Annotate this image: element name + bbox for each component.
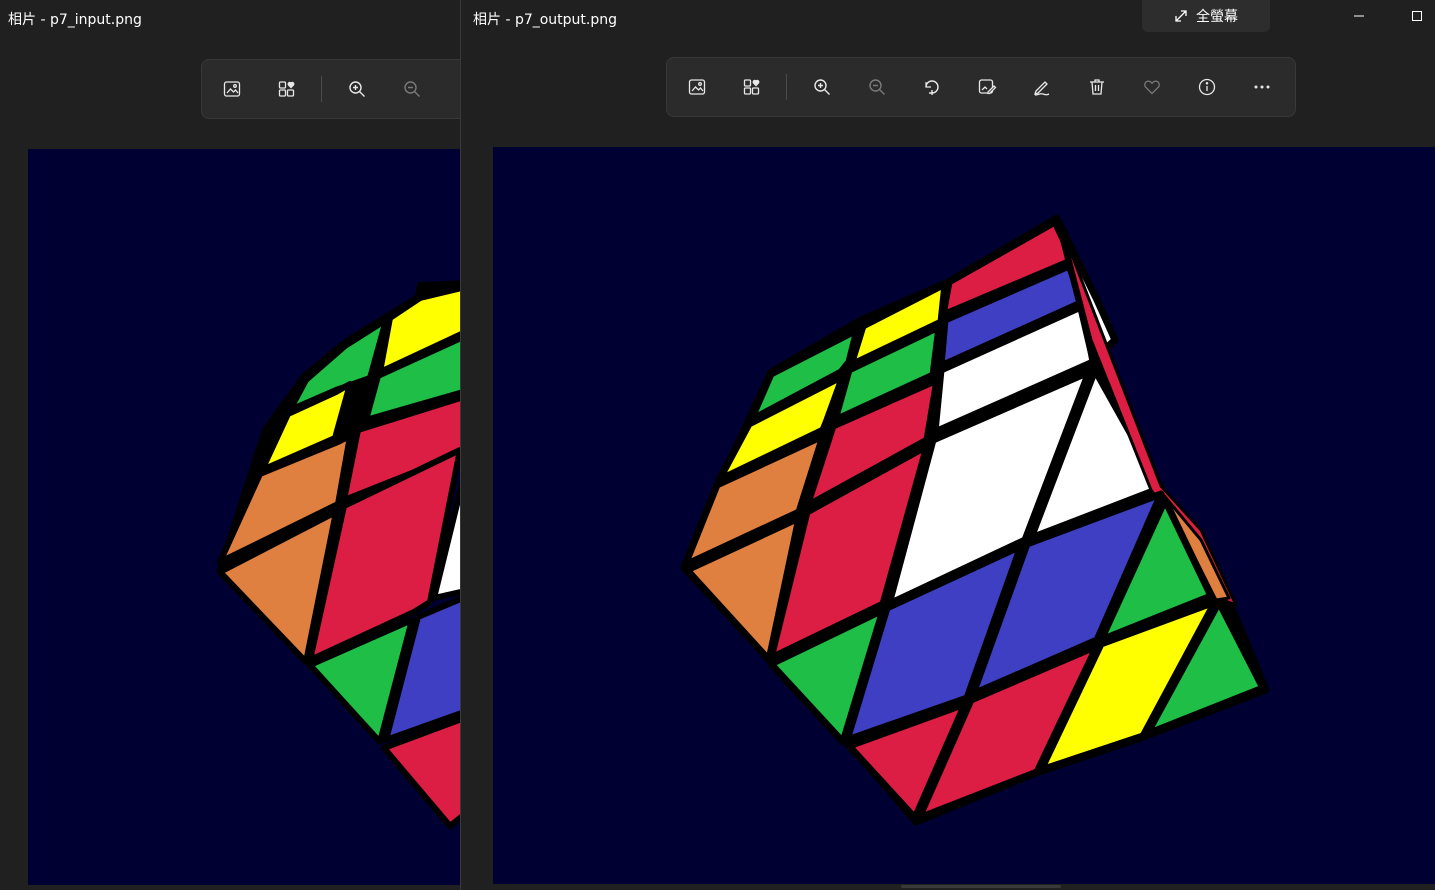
favorite-button[interactable] bbox=[1124, 67, 1179, 107]
minimize-button[interactable] bbox=[1344, 6, 1374, 26]
rotate-icon bbox=[924, 80, 939, 95]
edit-image-button[interactable] bbox=[959, 67, 1014, 107]
fullscreen-label: 全螢幕 bbox=[1196, 9, 1238, 25]
image-canvas bbox=[493, 147, 1435, 884]
rubiks-cube-image bbox=[217, 280, 461, 829]
trash-icon bbox=[1089, 79, 1104, 95]
image-toolbar bbox=[201, 59, 461, 119]
edit-image-icon bbox=[978, 79, 996, 95]
rotate-button[interactable] bbox=[904, 67, 959, 107]
photos-window-output: 相片 - p7_output.png 全螢幕 bbox=[460, 0, 1435, 890]
view-image-button[interactable] bbox=[204, 69, 259, 109]
collection-button[interactable] bbox=[724, 67, 779, 107]
zoom-in-button[interactable] bbox=[329, 69, 384, 109]
view-image-button[interactable] bbox=[669, 67, 724, 107]
zoom-in-icon bbox=[348, 81, 365, 97]
maximize-button[interactable] bbox=[1402, 6, 1432, 26]
image-canvas bbox=[28, 149, 461, 885]
delete-button[interactable] bbox=[1069, 67, 1124, 107]
zoom-in-button[interactable] bbox=[794, 67, 849, 107]
minimize-icon bbox=[1354, 15, 1364, 17]
zoom-out-button[interactable] bbox=[849, 67, 904, 107]
heart-icon bbox=[1143, 80, 1160, 95]
collection-button[interactable] bbox=[259, 69, 314, 109]
fullscreen-button[interactable]: 全螢幕 bbox=[1142, 0, 1270, 32]
scrollbar[interactable] bbox=[901, 885, 1061, 888]
draw-button[interactable] bbox=[1014, 67, 1069, 107]
expand-icon bbox=[1175, 10, 1187, 22]
image-toolbar bbox=[666, 57, 1296, 117]
maximize-icon bbox=[1412, 11, 1422, 21]
window-title: 相片 - p7_input.png bbox=[8, 12, 142, 28]
image-icon bbox=[688, 79, 705, 95]
pen-icon bbox=[1033, 81, 1049, 96]
info-button[interactable] bbox=[1179, 67, 1234, 107]
info-icon bbox=[1198, 78, 1215, 96]
collection-heart-icon bbox=[278, 81, 294, 97]
zoom-out-icon bbox=[868, 79, 885, 95]
zoom-in-icon bbox=[813, 79, 830, 95]
collection-heart-icon bbox=[743, 79, 759, 95]
toolbar-separator bbox=[321, 76, 322, 102]
window-title: 相片 - p7_output.png bbox=[473, 12, 618, 28]
image-icon bbox=[223, 81, 240, 97]
more-button[interactable] bbox=[1234, 67, 1289, 107]
rubiks-cube-image bbox=[680, 214, 1270, 826]
photos-window-input: 相片 - p7_input.png bbox=[0, 0, 461, 890]
more-icon bbox=[1254, 85, 1269, 89]
zoom-out-icon bbox=[403, 81, 420, 97]
toolbar-separator bbox=[786, 74, 787, 100]
zoom-out-button[interactable] bbox=[384, 69, 439, 109]
